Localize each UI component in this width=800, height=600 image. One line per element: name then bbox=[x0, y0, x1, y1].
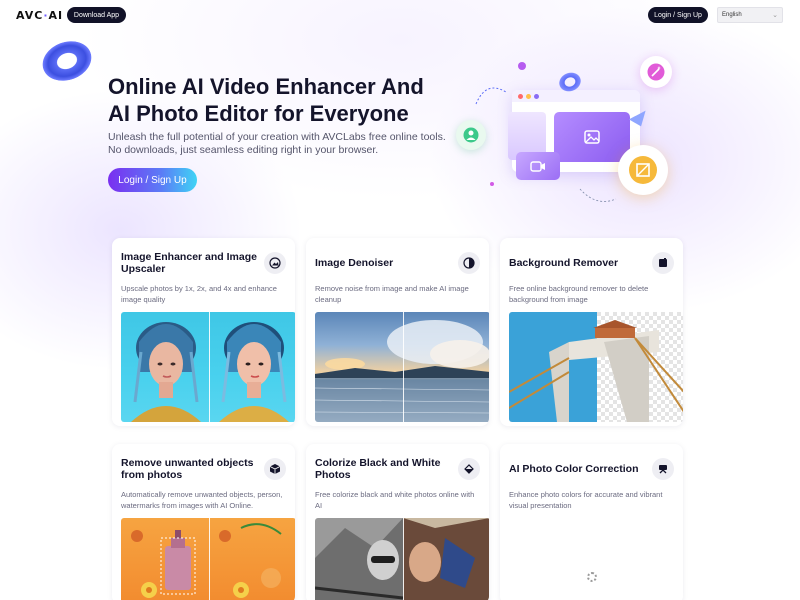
video-panel-icon bbox=[516, 152, 560, 180]
magic-wand-icon bbox=[640, 56, 672, 88]
card-description: Remove noise from image and make AI imag… bbox=[315, 283, 477, 305]
dashed-arrow-icon bbox=[475, 87, 507, 105]
window-title-bar bbox=[512, 90, 640, 102]
colorize-preview-image bbox=[315, 518, 489, 600]
window-dot-yellow bbox=[526, 94, 531, 99]
card-description: Automatically remove unwanted objects, p… bbox=[121, 489, 283, 511]
hero-subtitle-line-2: No downloads, just seamless editing righ… bbox=[108, 144, 379, 156]
card-background-remover[interactable]: Background Remover Free online backgroun… bbox=[500, 238, 683, 426]
lake-preview-image bbox=[315, 312, 489, 422]
object-remove-icon bbox=[264, 458, 286, 480]
card-image-enhancer[interactable]: Image Enhancer and Image Upscaler Upscal… bbox=[112, 238, 295, 426]
card-title: AI Photo Color Correction bbox=[509, 463, 649, 475]
loading-spinner-icon bbox=[587, 572, 597, 582]
hero-login-button[interactable]: Login / Sign Up bbox=[108, 168, 197, 192]
logo-text: AVC bbox=[16, 9, 44, 22]
card-image-denoiser[interactable]: Image Denoiser Remove noise from image a… bbox=[306, 238, 489, 426]
card-desc-line: Automatically remove unwanted objects, p… bbox=[121, 490, 283, 499]
bridge-preview-image bbox=[509, 312, 683, 422]
window-dot-purple bbox=[534, 94, 539, 99]
color-correction-icon bbox=[652, 458, 674, 480]
crop-tool-icon bbox=[618, 145, 668, 195]
window-dot-red bbox=[518, 94, 523, 99]
card-desc-line: cleanup bbox=[315, 295, 342, 304]
colorize-icon bbox=[458, 458, 480, 480]
portrait-preview-image bbox=[121, 312, 295, 422]
logo-suffix: AI bbox=[48, 9, 64, 22]
card-title-line: Background Remover bbox=[509, 257, 619, 269]
card-desc-line: Free colorize black and white photos onl… bbox=[315, 490, 475, 510]
hero-title-line-1: Online AI Video Enhancer And bbox=[108, 74, 424, 99]
card-title: Background Remover bbox=[509, 257, 649, 269]
image-panel-icon bbox=[554, 112, 630, 162]
comparison-divider[interactable] bbox=[209, 518, 210, 600]
card-title: Remove unwanted objects from photos bbox=[121, 457, 261, 481]
card-desc-line: Enhance photo colors for accurate and vi… bbox=[509, 490, 663, 499]
card-color-correction[interactable]: AI Photo Color Correction Enhance photo … bbox=[500, 444, 683, 600]
perfume-preview-image bbox=[121, 518, 295, 600]
card-desc-line: background from image bbox=[509, 295, 588, 304]
download-app-button[interactable]: Download App bbox=[67, 7, 126, 23]
hero-subtitle: Unleash the full potential of your creat… bbox=[108, 131, 468, 157]
top-navigation-bar: AVC·AI Download App Login / Sign Up Engl… bbox=[0, 0, 800, 30]
card-desc-line: watermarks from images with AI Online. bbox=[121, 501, 254, 510]
hero-title-line-2: AI Photo Editor for Everyone bbox=[108, 101, 409, 126]
card-desc-line: Remove noise from image and make AI imag… bbox=[315, 284, 469, 293]
card-description: Enhance photo colors for accurate and vi… bbox=[509, 489, 671, 511]
pink-dot bbox=[490, 182, 494, 186]
card-title-line: Image Enhancer and Image bbox=[121, 251, 257, 263]
comparison-divider[interactable] bbox=[403, 312, 404, 422]
background-remove-icon bbox=[652, 252, 674, 274]
card-desc-line: image quality bbox=[121, 295, 166, 304]
card-description: Upscale photos by 1x, 2x, and 4x and enh… bbox=[121, 283, 283, 305]
card-title: Image Enhancer and Image Upscaler bbox=[121, 251, 261, 275]
brand-logo[interactable]: AVC·AI bbox=[16, 9, 63, 22]
dashed-curve-icon bbox=[579, 188, 617, 202]
comparison-divider[interactable] bbox=[209, 312, 210, 422]
purple-dot bbox=[518, 62, 526, 70]
card-title-line: from photos bbox=[121, 469, 183, 481]
card-desc-line: Upscale photos by 1x, 2x, and 4x and enh… bbox=[121, 284, 277, 293]
hero-title: Online AI Video Enhancer And AI Photo Ed… bbox=[108, 73, 468, 127]
card-description: Free online background remover to delete… bbox=[509, 283, 671, 305]
card-object-remover[interactable]: Remove unwanted objects from photos Auto… bbox=[112, 444, 295, 600]
card-title-line: Remove unwanted objects bbox=[121, 457, 254, 469]
language-select[interactable]: English ⌄ bbox=[717, 7, 783, 23]
hero-subtitle-line-1: Unleash the full potential of your creat… bbox=[108, 131, 446, 143]
card-colorize[interactable]: Colorize Black and White Photos Free col… bbox=[306, 444, 489, 600]
image-enhance-icon bbox=[264, 252, 286, 274]
card-title-line: Upscaler bbox=[121, 263, 166, 275]
header-login-button[interactable]: Login / Sign Up bbox=[648, 7, 708, 23]
language-value: English bbox=[722, 12, 742, 18]
card-description: Free colorize black and white photos onl… bbox=[315, 489, 477, 511]
hero-illustration bbox=[456, 40, 700, 215]
card-title-line: Image Denoiser bbox=[315, 257, 394, 269]
card-desc-line: Free online background remover to delete bbox=[509, 284, 649, 293]
card-title-line: AI Photo Color Correction bbox=[509, 463, 639, 475]
card-title-line: Colorize Black and White bbox=[315, 457, 441, 469]
card-title-line: Photos bbox=[315, 469, 351, 481]
card-title: Image Denoiser bbox=[315, 257, 455, 269]
denoise-icon bbox=[458, 252, 480, 274]
card-title: Colorize Black and White Photos bbox=[315, 457, 455, 481]
comparison-divider[interactable] bbox=[403, 518, 404, 600]
chevron-down-icon: ⌄ bbox=[772, 12, 778, 19]
card-desc-line: visual presentation bbox=[509, 501, 572, 510]
